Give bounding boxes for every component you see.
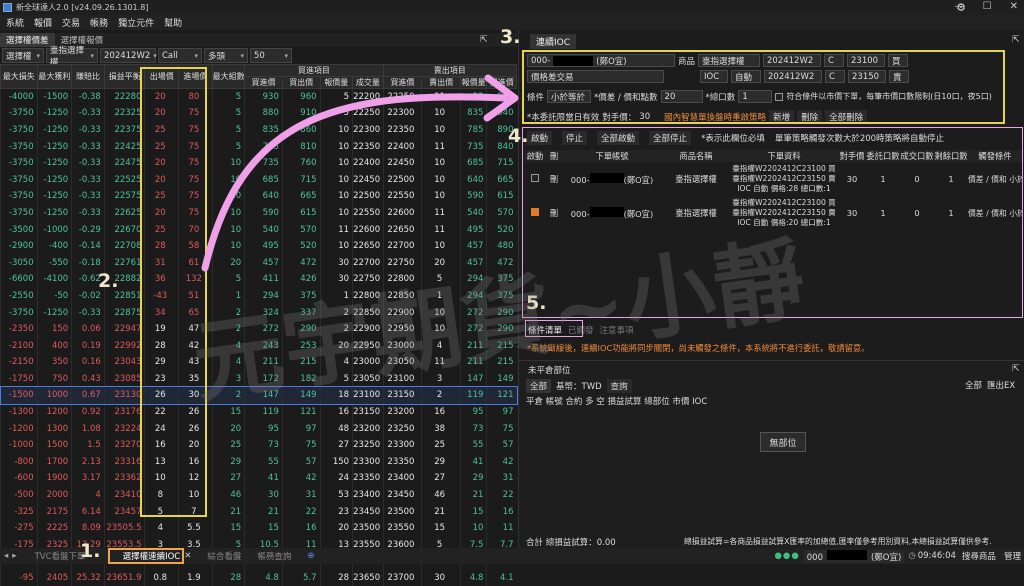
annotation-number-3: 3.	[500, 26, 521, 48]
table-cell: 23700	[382, 569, 422, 586]
table-cell: 28	[211, 569, 245, 586]
table-cell: 2405	[36, 569, 72, 586]
annotation-number-2: 2.	[98, 270, 119, 292]
table-row[interactable]: -95 2405 25.32 23651.9 0.8 1.9 28 4.8 5.7 28 23650…	[0, 569, 517, 586]
table-cell: 25.32	[71, 569, 105, 586]
table-cell: 28	[319, 569, 353, 586]
table-cell: 1.9	[178, 569, 213, 586]
table-cell: 30	[421, 569, 461, 586]
table-cell: 23650	[352, 569, 384, 586]
annotation-number-4: 4.	[508, 125, 529, 147]
table-cell: 0.8	[144, 569, 179, 586]
annotation-number-5: 5.	[526, 292, 547, 314]
table-cell: 4.8	[459, 569, 487, 586]
table-cell: 4.8	[244, 569, 283, 586]
pink-arrow	[201, 74, 519, 272]
annotation-number-1: 1.	[80, 540, 101, 562]
table-cell: 23651.9	[103, 569, 145, 586]
table-cell: 5.7	[281, 569, 321, 586]
table-cell: 4.1	[486, 569, 517, 586]
table-cell: -95	[0, 569, 38, 586]
